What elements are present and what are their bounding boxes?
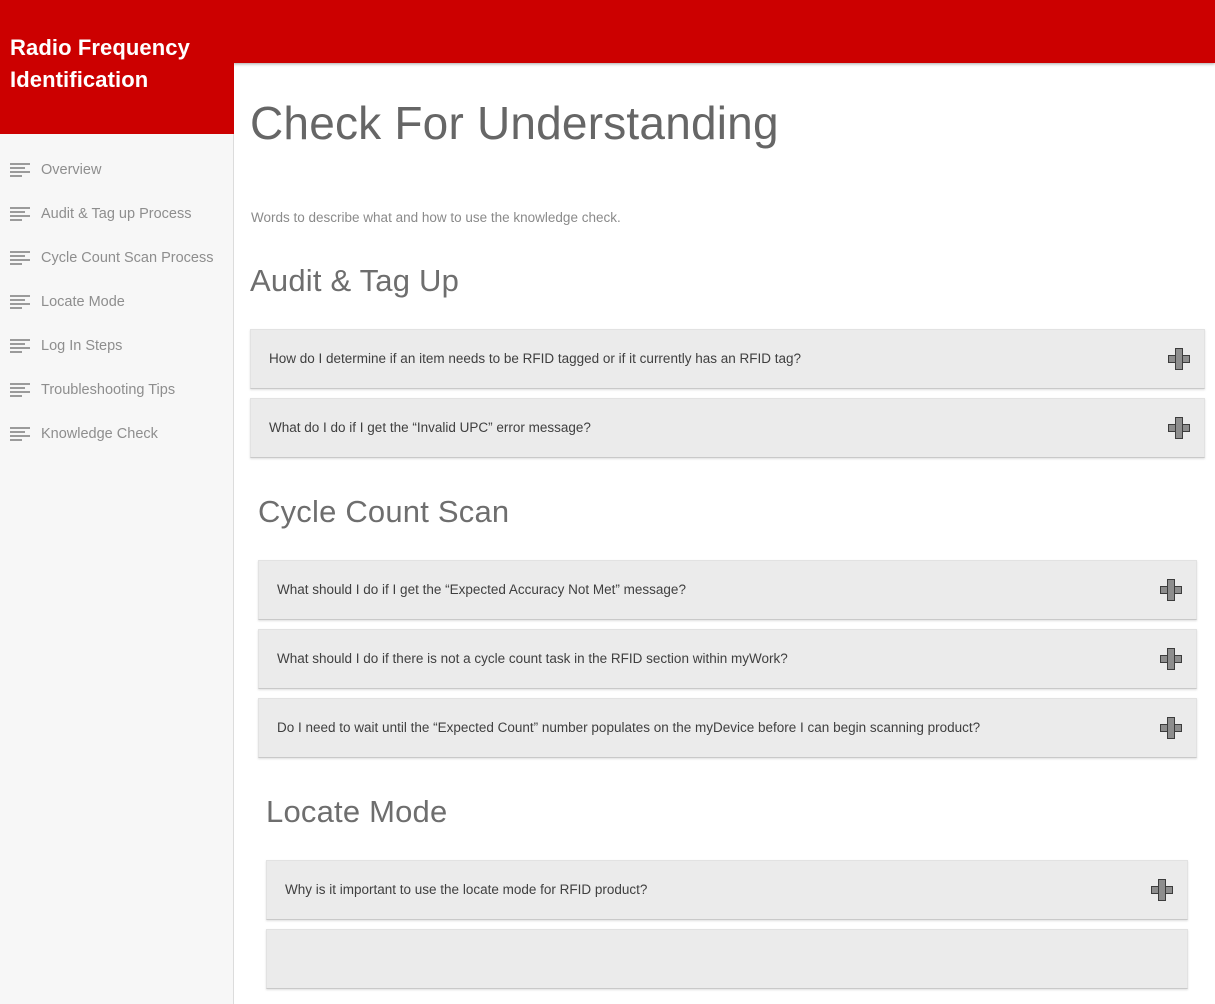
section-locate-mode: Locate Mode Why is it important to use th… (234, 792, 1215, 989)
sidebar-brand-title: Radio Frequency Identification (10, 35, 190, 92)
top-header-bar (233, 0, 1215, 63)
accordion-question-label: What should I do if there is not a cycle… (277, 651, 788, 666)
sidebar-item-locate-mode[interactable]: Locate Mode (0, 280, 233, 324)
plus-icon[interactable] (1160, 648, 1182, 670)
sidebar-item-label: Overview (41, 162, 102, 178)
page-root: Radio Frequency Identification Overview A… (0, 0, 1215, 1004)
list-lines-icon (10, 250, 30, 266)
accordion-question-label: How do I determine if an item needs to b… (269, 351, 802, 366)
plus-icon[interactable] (1160, 717, 1182, 739)
accordion-row[interactable]: What should I do if there is not a cycle… (258, 629, 1197, 689)
sections-container: Audit & Tag Up How do I determine if an i… (234, 261, 1215, 989)
list-lines-icon (10, 338, 30, 354)
accordion-row[interactable] (266, 929, 1188, 989)
accordion-row[interactable]: Do I need to wait until the “Expected Co… (258, 698, 1197, 758)
section-heading: Locate Mode (266, 794, 448, 829)
accordion-list: How do I determine if an item needs to b… (250, 329, 1205, 458)
accordion-list: What should I do if I get the “Expected … (258, 560, 1197, 758)
sidebar-item-label: Cycle Count Scan Process (41, 250, 214, 266)
accordion-row[interactable]: Why is it important to use the locate mo… (266, 860, 1188, 920)
sidebar: Radio Frequency Identification Overview A… (0, 0, 234, 1004)
accordion-question-label: Do I need to wait until the “Expected Co… (277, 720, 981, 735)
plus-icon[interactable] (1151, 879, 1173, 901)
plus-icon[interactable] (1168, 417, 1190, 439)
sidebar-item-label: Knowledge Check (41, 426, 158, 442)
page-subtitle: Words to describe what and how to use th… (251, 210, 621, 225)
accordion-question-label: Why is it important to use the locate mo… (285, 882, 648, 897)
accordion-question-label: What do I do if I get the “Invalid UPC” … (269, 420, 591, 435)
sidebar-nav: Overview Audit & Tag up Process Cycle Coun… (0, 134, 233, 456)
sidebar-item-label: Troubleshooting Tips (41, 382, 176, 398)
section-cycle-count-scan: Cycle Count Scan What should I do if I ge… (234, 492, 1215, 758)
sidebar-item-audit-tag-up-process[interactable]: Audit & Tag up Process (0, 192, 233, 236)
section-heading: Cycle Count Scan (258, 494, 510, 529)
plus-icon[interactable] (1160, 579, 1182, 601)
sidebar-item-label: Locate Mode (41, 294, 125, 310)
page-title: Check For Understanding (250, 97, 779, 149)
accordion-row[interactable]: What should I do if I get the “Expected … (258, 560, 1197, 620)
main-content: Check For Understanding Words to describ… (234, 63, 1215, 1004)
plus-icon[interactable] (1168, 348, 1190, 370)
list-lines-icon (10, 294, 30, 310)
section-heading: Audit & Tag Up (250, 263, 460, 298)
accordion-row[interactable]: What do I do if I get the “Invalid UPC” … (250, 398, 1205, 458)
list-lines-icon (10, 426, 30, 442)
accordion-question-label: What should I do if I get the “Expected … (277, 582, 686, 597)
accordion-row[interactable]: How do I determine if an item needs to b… (250, 329, 1205, 389)
sidebar-item-label: Log In Steps (41, 338, 123, 354)
section-audit-tag-up: Audit & Tag Up How do I determine if an i… (234, 261, 1215, 458)
sidebar-item-overview[interactable]: Overview (0, 148, 233, 192)
sidebar-item-log-in-steps[interactable]: Log In Steps (0, 324, 233, 368)
sidebar-item-knowledge-check[interactable]: Knowledge Check (0, 412, 233, 456)
list-lines-icon (10, 382, 30, 398)
accordion-list: Why is it important to use the locate mo… (266, 860, 1188, 989)
list-lines-icon (10, 206, 30, 222)
list-lines-icon (10, 162, 30, 178)
sidebar-brand: Radio Frequency Identification (0, 0, 234, 134)
sidebar-item-label: Audit & Tag up Process (41, 206, 192, 222)
sidebar-item-cycle-count-scan-process[interactable]: Cycle Count Scan Process (0, 236, 233, 280)
sidebar-item-troubleshooting-tips[interactable]: Troubleshooting Tips (0, 368, 233, 412)
